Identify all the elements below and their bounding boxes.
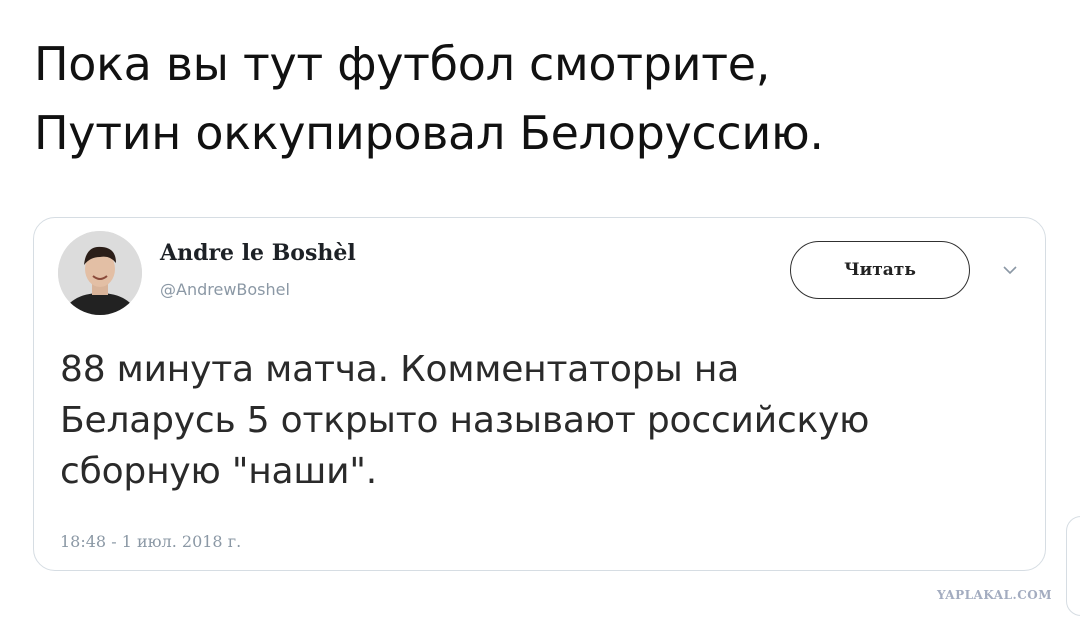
avatar[interactable] (58, 231, 142, 315)
chevron-down-icon[interactable] (1002, 264, 1018, 276)
avatar-icon (58, 231, 142, 315)
watermark: YAPLAKAL.COM (936, 588, 1052, 602)
tweet-text-line-3: сборную "наши". (60, 451, 377, 492)
tweet-text: 88 минута матча. Комментаторы на Беларус… (60, 344, 1020, 497)
tweet-text-line-2: Беларусь 5 открыто называют российскую (60, 400, 870, 441)
author-handle[interactable]: @AndrewBoshel (160, 280, 290, 299)
meme-caption: Пока вы тут футбол смотрите, Путин оккуп… (34, 30, 1034, 168)
tweet-card: Andre le Boshèl @AndrewBoshel Читать 88 … (33, 217, 1046, 571)
tweet-text-line-1: 88 минута матча. Комментаторы на (60, 349, 740, 390)
follow-button-label: Читать (844, 260, 916, 280)
follow-button[interactable]: Читать (790, 241, 970, 299)
author-name[interactable]: Andre le Boshèl (160, 240, 356, 266)
tweet-timestamp[interactable]: 18:48 - 1 июл. 2018 г. (60, 532, 241, 551)
caption-line-1: Пока вы тут футбол смотрите, (34, 37, 771, 91)
caption-line-2: Путин оккупировал Белоруссию. (34, 106, 824, 160)
next-card-edge (1066, 516, 1080, 616)
